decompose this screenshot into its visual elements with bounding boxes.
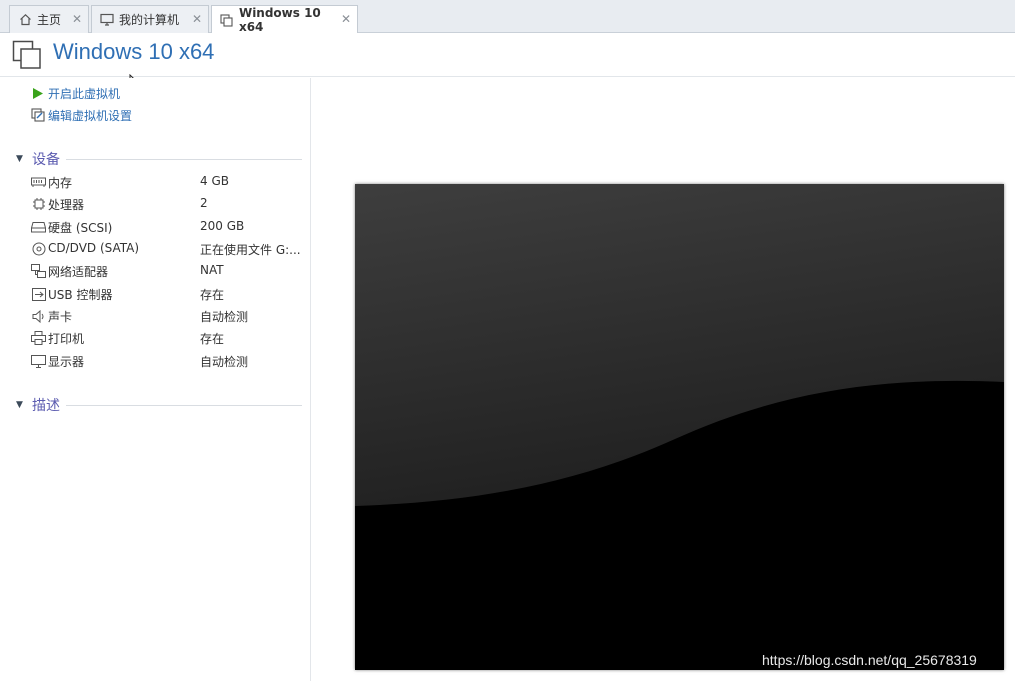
action-label: 编辑虚拟机设置 — [48, 108, 133, 123]
device-value: 2 — [200, 196, 208, 210]
device-name: CD/DVD (SATA) — [48, 241, 140, 255]
device-row-network-adapter[interactable]: 网络适配器 NAT — [31, 261, 306, 281]
vm-header: Windows 10 x64 — [0, 33, 1015, 77]
device-name: 内存 — [48, 176, 73, 190]
watermark: https://blog.csdn.net/qq_25678319 — [762, 652, 977, 668]
vm-screen-thumbnail[interactable] — [355, 184, 1004, 670]
device-value: 200 GB — [200, 219, 245, 233]
tab-label: 我的计算机 — [119, 13, 180, 27]
edit-vm-settings-link[interactable]: 编辑虚拟机设置 — [31, 106, 132, 124]
hard-disk-icon — [31, 220, 46, 234]
section-divider — [66, 158, 302, 160]
collapse-triangle-icon: ▼ — [16, 400, 23, 410]
sound-card-icon — [31, 309, 46, 323]
collapse-triangle-icon: ▼ — [16, 154, 23, 164]
close-icon[interactable]: ✕ — [341, 12, 351, 26]
device-name: 打印机 — [48, 332, 85, 346]
page-title: Windows 10 x64 — [53, 39, 215, 64]
processor-icon — [31, 197, 46, 211]
play-icon — [31, 86, 45, 100]
home-icon — [18, 13, 32, 27]
device-name: 处理器 — [48, 198, 85, 212]
device-name: 声卡 — [48, 310, 73, 324]
device-value: NAT — [200, 263, 224, 277]
vm-icon — [12, 40, 42, 70]
section-title: 描述 — [32, 398, 60, 414]
device-value: 存在 — [200, 332, 225, 346]
device-row-usb-controller[interactable]: USB 控制器 存在 — [31, 284, 306, 304]
device-name: USB 控制器 — [48, 288, 113, 302]
description-section-header[interactable]: ▼ 描述 — [16, 396, 302, 414]
memory-icon — [31, 175, 46, 189]
device-row-hard-disk[interactable]: 硬盘 (SCSI) 200 GB — [31, 217, 306, 237]
device-value: 正在使用文件 G:... — [200, 243, 301, 257]
section-divider — [66, 404, 302, 406]
tab-my-computer[interactable]: 我的计算机 ✕ — [91, 5, 209, 33]
network-adapter-icon — [31, 264, 46, 278]
close-icon[interactable]: ✕ — [192, 12, 202, 26]
device-name: 硬盘 (SCSI) — [48, 221, 113, 235]
devices-section-header[interactable]: ▼ 设备 — [16, 150, 302, 168]
device-row-sound-card[interactable]: 声卡 自动检测 — [31, 306, 306, 326]
printer-icon — [31, 331, 46, 345]
usb-icon — [31, 287, 46, 301]
device-value: 4 GB — [200, 174, 229, 188]
tab-windows-10-x64[interactable]: Windows 10 x64 ✕ — [211, 5, 358, 34]
power-on-vm-link[interactable]: 开启此虚拟机 — [31, 84, 120, 102]
tab-label: Windows 10 x64 — [238, 6, 321, 34]
device-name: 显示器 — [48, 355, 85, 369]
computer-icon — [100, 13, 114, 27]
vm-screen-graphic — [355, 184, 1004, 670]
edit-settings-icon — [31, 108, 45, 122]
cd-dvd-icon — [31, 242, 46, 256]
device-row-memory[interactable]: 内存 4 GB — [31, 172, 306, 192]
device-row-cd-dvd[interactable]: CD/DVD (SATA) 正在使用文件 G:... — [31, 239, 306, 259]
device-row-display[interactable]: 显示器 自动检测 — [31, 351, 306, 371]
tab-label: 主页 — [37, 13, 62, 27]
device-value: 自动检测 — [200, 355, 249, 369]
action-label: 开启此虚拟机 — [48, 86, 121, 101]
device-row-printer[interactable]: 打印机 存在 — [31, 328, 306, 348]
close-icon[interactable]: ✕ — [72, 12, 82, 26]
vm-icon — [220, 13, 234, 27]
tab-home[interactable]: 主页 ✕ — [9, 5, 89, 33]
tab-bar: 主页 ✕ 我的计算机 ✕ Windows 10 x64 ✕ — [0, 0, 1015, 34]
section-title: 设备 — [32, 152, 60, 168]
device-row-processor[interactable]: 处理器 2 — [31, 194, 306, 214]
display-icon — [31, 354, 46, 368]
device-value: 自动检测 — [200, 310, 249, 324]
device-name: 网络适配器 — [48, 265, 109, 279]
device-value: 存在 — [200, 288, 225, 302]
